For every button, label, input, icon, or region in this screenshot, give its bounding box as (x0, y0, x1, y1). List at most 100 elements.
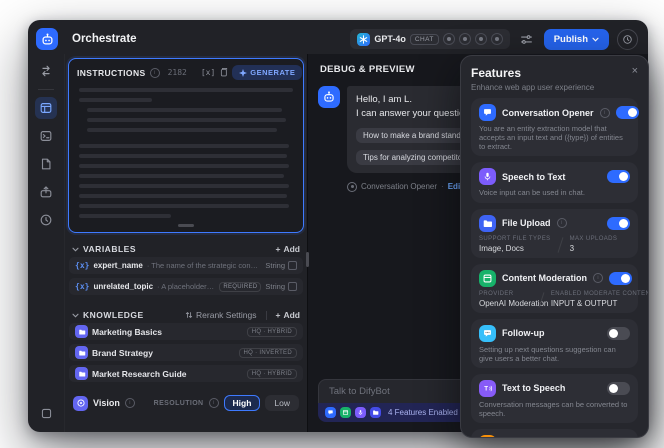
titlebar: Orchestrate GPT-4o CHAT Publish (28, 20, 648, 54)
meta-value: Image, Docs (479, 244, 551, 253)
resolution-label: RESOLUTION (154, 400, 204, 407)
char-count: 2182 (168, 68, 187, 77)
add-variable-button[interactable]: +Add (276, 244, 301, 254)
chevron-down-icon (592, 37, 599, 42)
panel-resize-handle[interactable] (306, 252, 309, 267)
string-type-icon (288, 282, 297, 291)
info-icon (209, 398, 219, 408)
file-upload-mini-icon (370, 407, 381, 418)
folder-icon (479, 215, 496, 232)
close-icon[interactable]: × (632, 66, 638, 77)
sidebar-item-logs-document[interactable] (35, 153, 57, 175)
app-logo-robot-icon[interactable] (36, 28, 58, 50)
chevron-down-icon[interactable] (72, 247, 79, 252)
model-mode-badge: CHAT (410, 34, 439, 45)
feature-toggle[interactable] (618, 437, 641, 438)
variable-desc: The name of the strategic consulting... (147, 261, 262, 270)
instructions-text-skeleton (77, 88, 295, 218)
resolution-low-button[interactable]: Low (265, 395, 299, 411)
generate-button[interactable]: GENERATE (232, 65, 302, 80)
feature-title: Speech to Text (502, 172, 565, 182)
knowledge-header: KNOWLEDGE Rerank Settings +Add (68, 307, 304, 323)
feature-desc: Voice input can be used in chat. (479, 188, 630, 197)
text-to-speech-icon: T (479, 380, 496, 397)
resolution-high-button[interactable]: High (224, 395, 261, 411)
feature-title: Conversation Opener (502, 108, 594, 118)
knowledge-title: KNOWLEDGE (83, 310, 144, 320)
vision-setting: Vision RESOLUTION High Low (68, 395, 304, 411)
svg-text:T: T (484, 385, 488, 392)
variable-row[interactable]: {x} expert_name The name of the strategi… (69, 257, 303, 274)
knowledge-row[interactable]: Brand Strategy HQ · INVERTED (69, 344, 303, 361)
meta-label: MAX UPLOADS (570, 236, 618, 242)
variable-desc: A placeholder for topics... (157, 282, 215, 291)
feature-card-conversation-opener: Conversation Opener You are an entity ex… (471, 98, 638, 156)
knowledge-badge: HQ · HYBRID (247, 327, 297, 337)
knowledge-row[interactable]: Marketing Basics HQ · HYBRID (69, 323, 303, 340)
variable-type: String (265, 261, 297, 270)
feature-title: Text to Speech (502, 383, 565, 393)
dot-separator: · (441, 182, 444, 191)
add-knowledge-button[interactable]: +Add (276, 310, 301, 320)
feature-toggle[interactable] (609, 272, 632, 285)
knowledge-name: Market Research Guide (92, 369, 243, 379)
info-icon (125, 398, 135, 408)
copy-icon[interactable] (219, 67, 228, 79)
page-title: Orchestrate (72, 33, 137, 45)
model-capability-icon (443, 33, 455, 45)
feature-title: File Upload (502, 218, 551, 228)
feature-card-file-upload: File Upload SUPPORT FILE TYPES Image, Do… (471, 209, 638, 258)
string-type-icon (288, 261, 297, 270)
feature-toggle[interactable] (607, 327, 630, 340)
swap-panels-icon[interactable] (35, 60, 57, 82)
info-icon (600, 108, 610, 118)
vision-label: Vision (93, 398, 120, 408)
rail-divider (38, 89, 54, 90)
info-icon (593, 273, 603, 283)
sidebar-item-preview-terminal[interactable] (35, 125, 57, 147)
chevron-down-icon[interactable] (72, 313, 79, 318)
moderation-window-icon (479, 270, 496, 287)
orchestrate-panel: INSTRUCTIONS 2182 [x] GENERATE (65, 54, 307, 432)
sidebar-item-orchestrate[interactable] (35, 97, 57, 119)
knowledge-row[interactable]: Market Research Guide HQ · HYBRID (69, 365, 303, 382)
feature-toggle[interactable] (607, 382, 630, 395)
feature-card-citations: @ Citations and Attributions Show source… (471, 429, 638, 438)
sidebar-item-history-clock[interactable] (35, 209, 57, 231)
feature-toggle[interactable] (607, 217, 630, 230)
features-enabled-label: 4 Features Enabled (388, 408, 458, 417)
feature-toggle[interactable] (607, 170, 630, 183)
feature-toggle[interactable] (616, 106, 639, 119)
knowledge-folder-icon (75, 367, 88, 380)
features-subtitle: Enhance web app user experience (471, 83, 638, 92)
model-tune-icon[interactable] (518, 30, 536, 48)
publish-button[interactable]: Publish (544, 29, 609, 50)
editor-resize-handle[interactable] (178, 224, 194, 227)
feature-card-content-moderation: Content Moderation PROVIDER OpenAI Moder… (471, 264, 638, 313)
citation-at-icon: @ (479, 435, 496, 438)
feature-title: Content Moderation (502, 273, 587, 283)
meta-divider (557, 237, 563, 253)
insert-variable-icon[interactable]: [x] (201, 68, 215, 77)
variable-name: unrelated_topic (93, 282, 153, 291)
feature-desc: You are an entity extraction model that … (479, 124, 630, 151)
history-icon[interactable] (617, 29, 638, 50)
variables-header: VARIABLES +Add (68, 241, 304, 257)
instructions-header: INSTRUCTIONS 2182 [x] GENERATE (77, 65, 295, 80)
variable-row[interactable]: {x} unrelated_topic A placeholder for to… (69, 278, 303, 295)
opener-label: Conversation Opener (361, 182, 437, 191)
model-capability-icon (491, 33, 503, 45)
variable-name: expert_name (93, 261, 142, 270)
bot-avatar (318, 86, 340, 108)
vision-eye-icon (73, 396, 88, 411)
meta-label: ENABLED MODERATE CONTENT (551, 291, 630, 297)
sidebar-item-export-api[interactable] (35, 181, 57, 203)
model-selector[interactable]: GPT-4o CHAT (350, 29, 509, 49)
sidebar-item-stop-square[interactable] (35, 402, 57, 424)
knowledge-name: Marketing Basics (92, 327, 243, 337)
feature-desc: Setting up next questions suggestion can… (479, 345, 630, 363)
instructions-editor[interactable]: INSTRUCTIONS 2182 [x] GENERATE (68, 58, 304, 233)
rerank-settings-button[interactable]: Rerank Settings (185, 310, 256, 320)
variable-icon: {x} (75, 261, 89, 270)
variable-icon: {x} (75, 282, 89, 291)
